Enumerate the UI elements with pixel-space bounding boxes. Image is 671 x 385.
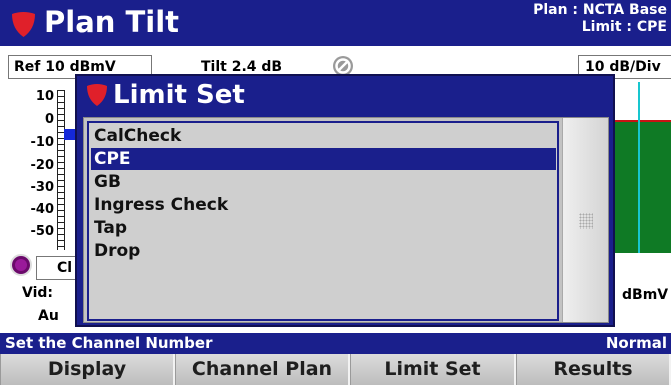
list-item-tap[interactable]: Tap <box>91 217 556 239</box>
channel-plan-button[interactable]: Channel Plan <box>175 354 350 385</box>
status-message: Set the Channel Number <box>5 334 213 352</box>
y-tick-label: -40 <box>30 202 55 217</box>
plan-info: Plan : NCTA Base Limit : CPE <box>533 2 667 36</box>
y-axis-scale <box>57 90 65 250</box>
aud-label: Au <box>38 308 59 324</box>
list-item-gb[interactable]: GB <box>91 171 556 193</box>
status-mode: Normal <box>605 334 667 352</box>
display-button[interactable]: Display <box>0 354 175 385</box>
vid-label: Vid: <box>22 285 54 301</box>
results-button[interactable]: Results <box>516 354 671 385</box>
list-scrollbar[interactable] <box>562 118 608 322</box>
status-bar: Set the Channel Number Normal <box>0 333 671 354</box>
limit-name: Limit : CPE <box>581 19 667 35</box>
list-item-calcheck[interactable]: CalCheck <box>91 125 556 147</box>
limit-set-dialog: Limit Set CalCheck CPE GB Ingress Check … <box>75 74 615 327</box>
page-title: Plan Tilt <box>44 5 180 39</box>
dialog-body: CalCheck CPE GB Ingress Check Tap Drop <box>83 117 609 323</box>
list-item-drop[interactable]: Drop <box>91 240 556 262</box>
dialog-title: Limit Set <box>113 80 245 110</box>
unit-label: dBmV <box>622 287 669 303</box>
shield-logo-icon <box>12 12 35 37</box>
list-item-cpe[interactable]: CPE <box>91 148 556 170</box>
y-tick-label: 10 <box>35 89 54 104</box>
scroll-grip-icon[interactable] <box>579 213 593 229</box>
plan-name: Plan : NCTA Base <box>533 2 667 18</box>
indicator-icon <box>10 254 32 276</box>
y-tick-label: -50 <box>30 224 55 239</box>
limit-set-list[interactable]: CalCheck CPE GB Ingress Check Tap Drop <box>87 121 559 321</box>
y-tick-label: -30 <box>30 180 55 195</box>
y-axis: 10 0 -10 -20 -30 -40 -50 <box>0 82 70 257</box>
y-tick-label: -10 <box>30 135 55 150</box>
list-item-ingress-check[interactable]: Ingress Check <box>91 194 556 216</box>
y-tick-label: 0 <box>44 112 54 127</box>
shield-logo-icon <box>87 84 107 106</box>
y-tick-label: -20 <box>30 158 55 173</box>
cursor-line[interactable] <box>638 82 640 253</box>
limit-set-button[interactable]: Limit Set <box>350 354 516 385</box>
softkey-bar: Display Channel Plan Limit Set Results <box>0 354 671 385</box>
title-bar: Plan Tilt Plan : NCTA Base Limit : CPE <box>0 0 671 46</box>
